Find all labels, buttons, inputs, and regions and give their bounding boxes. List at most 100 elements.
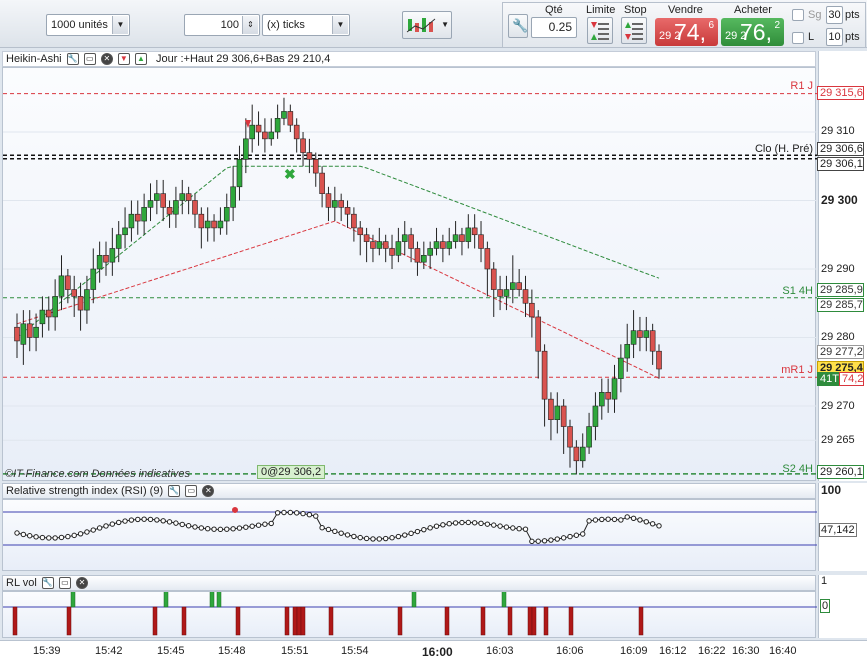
rsi-point (204, 526, 211, 532)
rsi-point (14, 530, 20, 536)
mr1j-price-tag: 74,2 (839, 372, 865, 386)
watermark: ©IT-Finance.com Données indicatives (5, 468, 191, 480)
rlvol-bar-down (292, 606, 298, 636)
window-icon[interactable]: ▭ (83, 53, 96, 66)
candle-body (96, 255, 103, 270)
rsi-point (306, 511, 313, 518)
rsi-point (497, 523, 503, 529)
limit-order-button[interactable] (587, 17, 613, 44)
l-points-input[interactable]: 10 (826, 28, 843, 46)
stop-order-button[interactable] (621, 17, 647, 44)
limit-label: Limite (586, 4, 616, 16)
candle-body (465, 227, 472, 242)
arrow-down-icon[interactable]: ▼ (117, 53, 130, 66)
sell-button[interactable]: 29 2 74, 6 (655, 18, 718, 46)
wrench-button[interactable]: 🔧 (508, 14, 528, 38)
price-axis: 29 310 29 300 29 290 29 280 29 270 29 26… (818, 51, 867, 481)
candle-body (26, 323, 33, 338)
time-tick: 15:48 (218, 645, 246, 657)
candle-body (433, 241, 440, 249)
rlvol-chart-area[interactable] (2, 591, 817, 638)
rsi-point (255, 522, 262, 528)
sg-checkbox[interactable] (792, 9, 804, 21)
rsi-point (599, 516, 605, 523)
rsi-point (192, 524, 198, 530)
candle-body (554, 405, 561, 420)
chart-type-button[interactable]: ▼ (402, 11, 452, 39)
candle-body (427, 248, 433, 256)
rsi-point (274, 510, 281, 516)
ticks-unit-select[interactable]: (x) ticks ▼ (262, 14, 350, 36)
time-tick: 16:12 (659, 645, 687, 657)
rlvol-bar-down (152, 606, 158, 636)
window-icon[interactable]: ▭ (58, 577, 71, 590)
ticks-input[interactable]: 100 ⇕ (184, 14, 260, 36)
rsi-chart-area[interactable] (2, 499, 817, 571)
rlvol-bar-down (480, 606, 486, 636)
rsi-point (624, 514, 630, 520)
close-icon[interactable]: ✕ (100, 53, 113, 66)
rsi-point (580, 531, 586, 537)
rlvol-bar-up (501, 592, 507, 608)
l-points-unit: pts (845, 31, 860, 43)
l-points-value: 10 (828, 31, 841, 43)
rsi-point (630, 515, 637, 521)
rsi-point (281, 509, 287, 516)
rlvol-bar-up (411, 592, 417, 608)
units-select[interactable]: 1000 unités ▼ (46, 14, 130, 36)
candle-body (39, 309, 46, 325)
candle-body (586, 426, 592, 448)
sell-price-sup: 6 (708, 20, 714, 31)
s14h-line-label: S1 4H (782, 285, 813, 297)
rsi-point (554, 536, 560, 542)
rsi-point (198, 525, 205, 531)
sell-price-main: 74, (674, 19, 706, 45)
rsi-point (224, 526, 230, 532)
rlvol-bar-down (300, 606, 306, 636)
price-chart-area[interactable]: ✖ ©IT-Finance.com Données indicatives 0@… (2, 67, 817, 481)
l-checkbox[interactable] (792, 32, 804, 44)
rlvol-bar-up (209, 592, 215, 608)
qty-input[interactable]: 0.25 (531, 17, 577, 38)
rsi-point (249, 523, 255, 529)
wrench-icon[interactable]: 🔧 (168, 485, 181, 498)
wrench-icon[interactable]: 🔧 (66, 53, 79, 66)
s24h-line-label: S2 4H (782, 463, 813, 475)
buy-button[interactable]: 29 2 76, 2 (721, 18, 784, 46)
rsi-point (484, 521, 491, 527)
rsi-point (382, 535, 389, 542)
candle-body (332, 200, 338, 208)
arrow-up-icon[interactable]: ▲ (134, 53, 147, 66)
rsi-point (395, 533, 402, 540)
chart-title: Heikin-Ashi (6, 53, 62, 65)
s1-price-tag-2: 29 285,7 (817, 298, 864, 312)
rsi-point (122, 518, 128, 524)
rsi-point (573, 532, 580, 538)
rsi-point (338, 530, 344, 536)
ticks-unit-value: (x) ticks (267, 19, 305, 31)
rsi-point (262, 521, 268, 527)
candle-body (548, 398, 554, 420)
rsi-point (128, 517, 135, 523)
stop-label: Stop (624, 4, 647, 16)
rsi-point (363, 535, 370, 542)
sg-points-input[interactable]: 30 (826, 6, 843, 24)
order-tag[interactable]: 0@29 306,2 (257, 465, 326, 479)
rsi-point (230, 526, 236, 532)
rsi-point (52, 535, 58, 541)
rsi-point (433, 523, 440, 529)
axis-tick: 29 290 (821, 263, 855, 275)
time-tick: 16:22 (698, 645, 726, 657)
candle-body (503, 289, 510, 297)
rlvol-bar-down (12, 606, 18, 636)
close-icon[interactable]: ✕ (75, 577, 88, 590)
wrench-icon[interactable]: 🔧 (41, 577, 54, 590)
candle-body (382, 241, 389, 249)
candle-body (490, 268, 497, 290)
rlvol-bar-up (70, 592, 76, 608)
close-icon[interactable]: ✕ (202, 485, 215, 498)
axis-tick: 29 310 (821, 125, 855, 137)
window-icon[interactable]: ▭ (185, 485, 198, 498)
rsi-point (71, 532, 77, 539)
candle-body (421, 255, 427, 263)
